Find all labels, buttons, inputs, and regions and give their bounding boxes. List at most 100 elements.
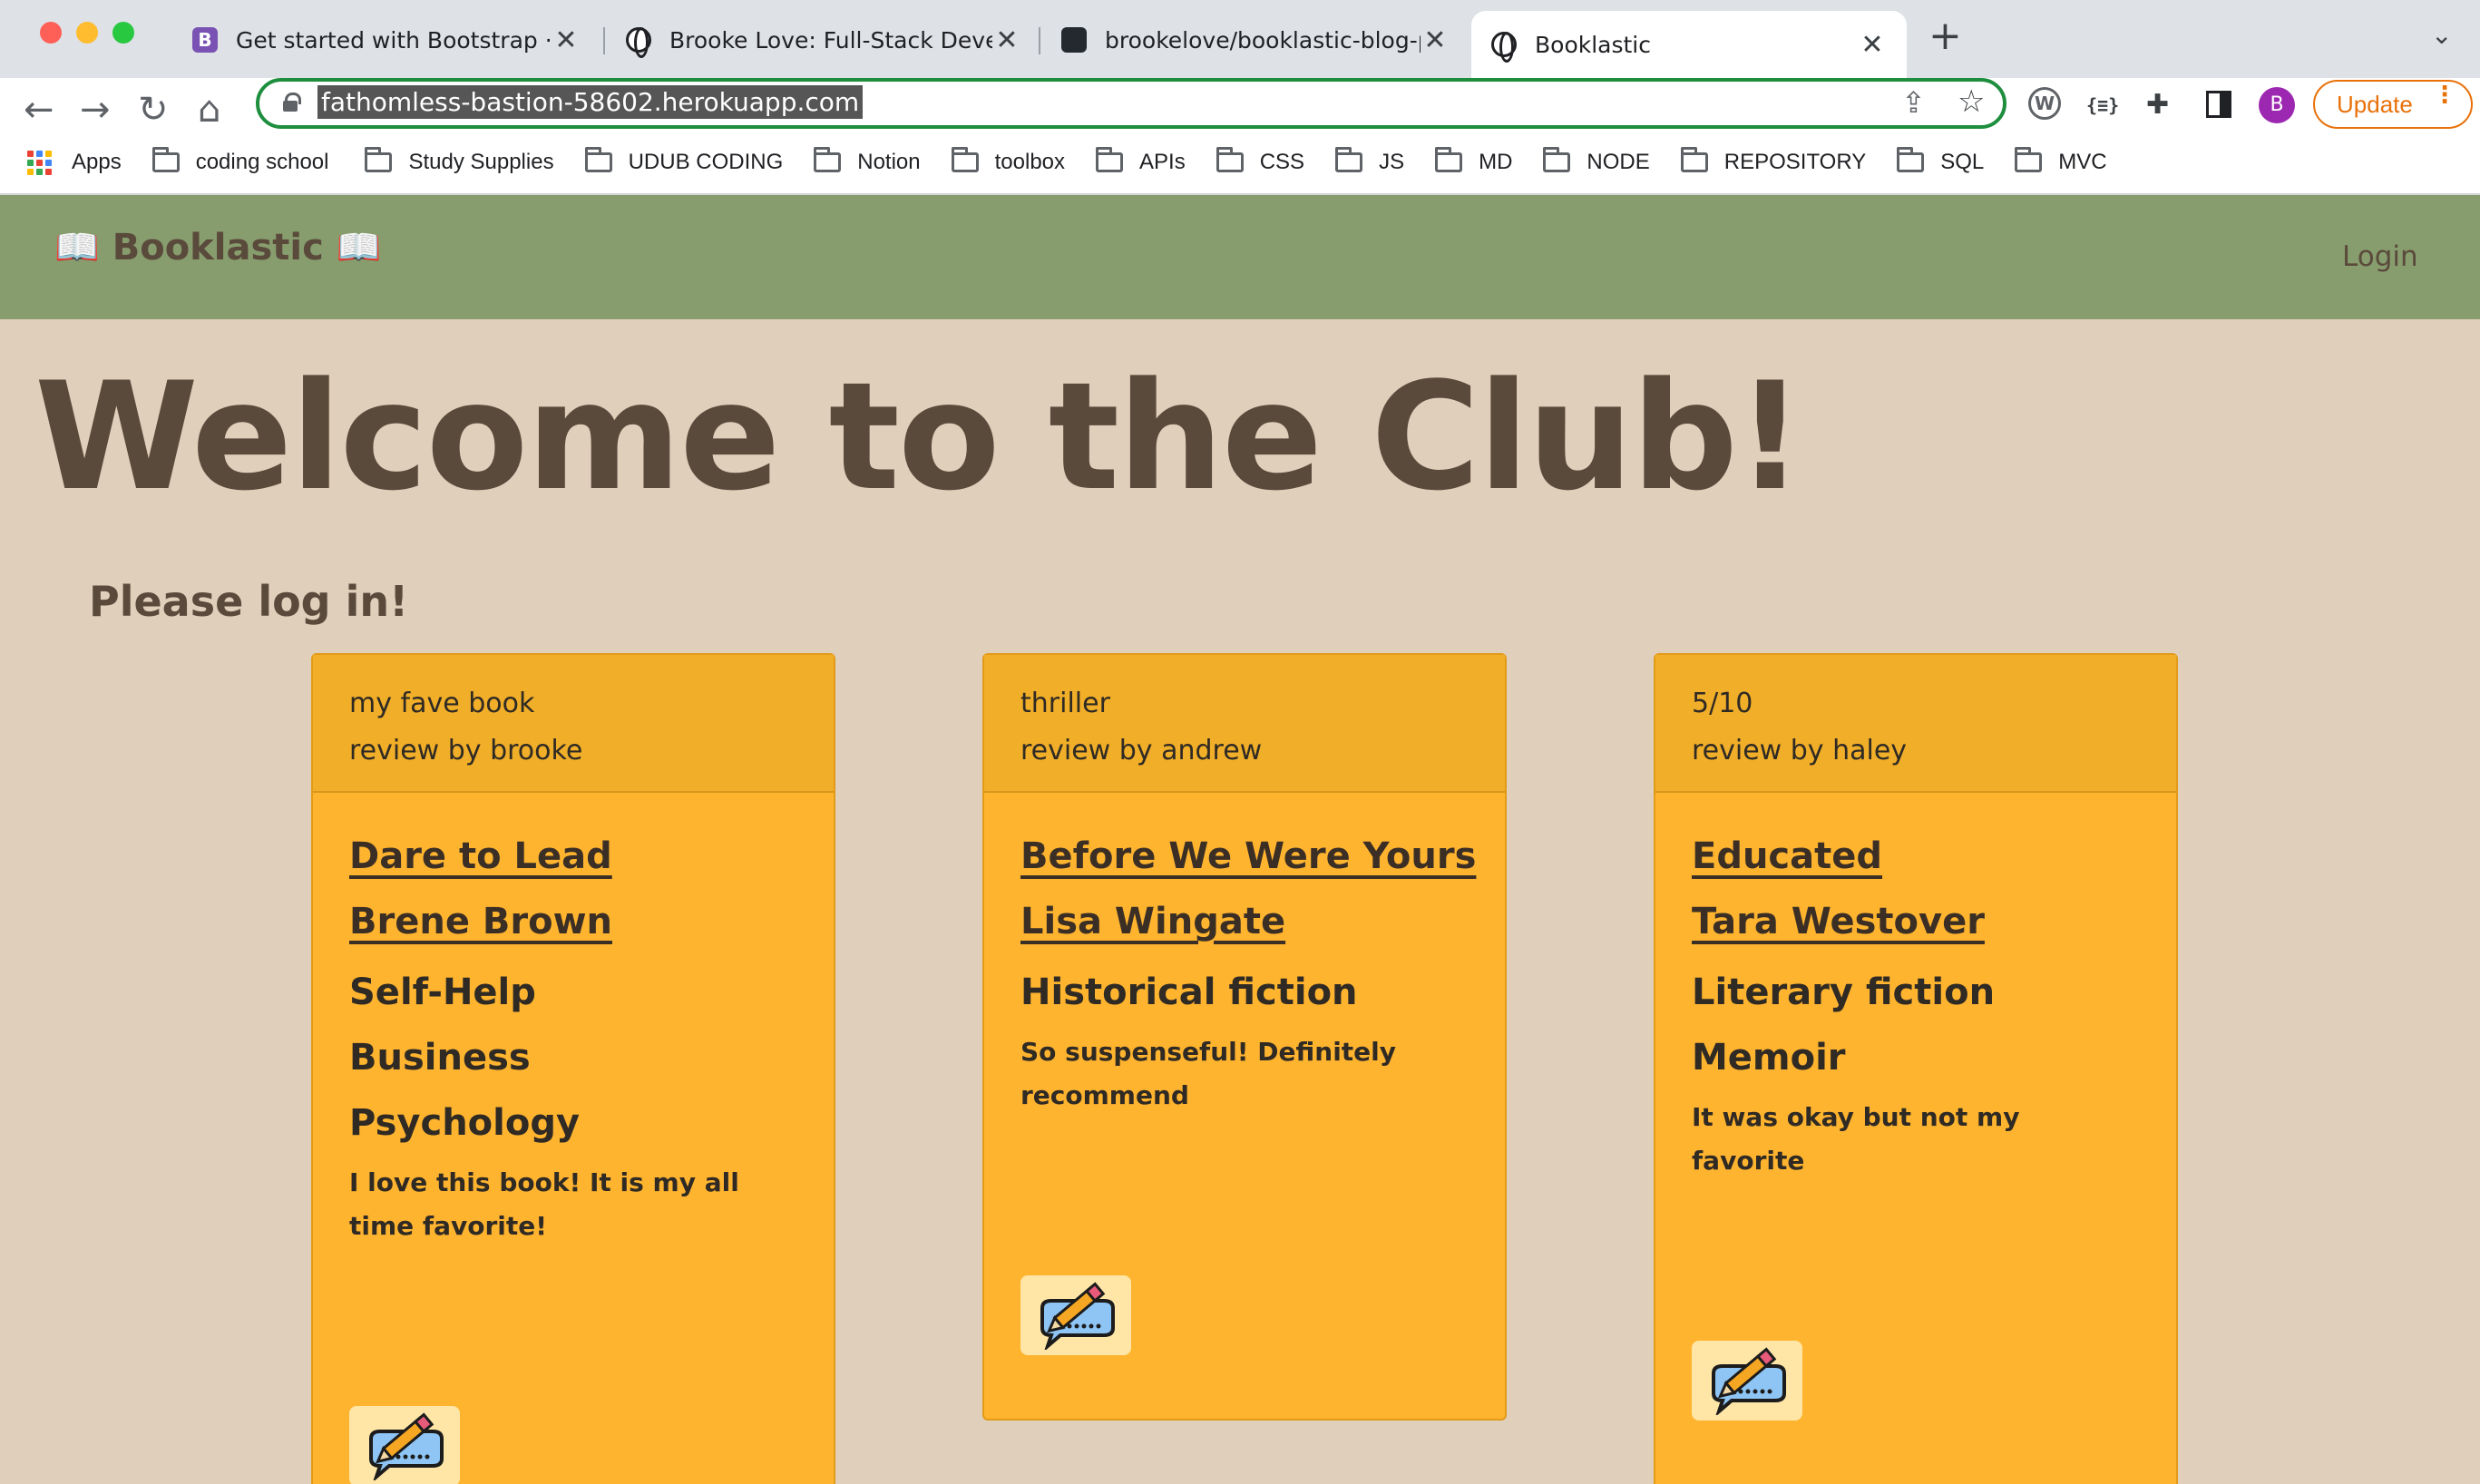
tab-github[interactable]: brookelove/booklastic-blog-pla ✕ bbox=[1041, 11, 1469, 69]
post-byline: review by andrew bbox=[1020, 735, 1263, 766]
tab-title: Brooke Love: Full-Stack Develo bbox=[669, 26, 992, 54]
back-button[interactable]: ← bbox=[24, 89, 54, 131]
bookmark-folder[interactable]: MVC bbox=[2015, 142, 2107, 183]
comment-button[interactable] bbox=[1692, 1341, 1802, 1421]
tab-search-chevron-icon[interactable]: ⌄ bbox=[2431, 20, 2452, 50]
bookmark-folder[interactable]: Notion bbox=[814, 142, 921, 183]
bookmark-folder[interactable]: JS bbox=[1335, 142, 1404, 183]
url-text[interactable]: fathomless-bastion-58602.herokuapp.com bbox=[317, 85, 864, 119]
folder-icon bbox=[151, 147, 180, 172]
bookmark-folder[interactable]: UDUB CODING bbox=[584, 142, 784, 183]
tab-separator bbox=[603, 27, 605, 54]
tab-strip: B Get started with Bootstrap · Bo ✕ Broo… bbox=[0, 0, 2480, 78]
site-navbar: 📖 Booklastic 📖 Login bbox=[0, 195, 2480, 319]
review-card: 5/10 review by haley Educated Tara Westo… bbox=[1654, 653, 2178, 1484]
lock-icon[interactable] bbox=[283, 93, 301, 112]
post-byline: review by haley bbox=[1692, 735, 1908, 766]
bookmark-folder[interactable]: MD bbox=[1435, 142, 1512, 183]
address-bar[interactable]: fathomless-bastion-58602.herokuapp.com ⇪… bbox=[256, 78, 2006, 129]
tab-booklastic[interactable]: Booklastic ✕ bbox=[1471, 11, 1907, 78]
close-icon[interactable]: ✕ bbox=[552, 24, 581, 56]
browser-toolbar: ← → ↻ ⌂ fathomless-bastion-58602.herokua… bbox=[0, 78, 2480, 207]
review-text: I love this book! It is my all time favo… bbox=[349, 1167, 739, 1241]
pencil-speech-bubble-icon bbox=[1040, 1282, 1115, 1350]
book-author-link[interactable]: Brene Brown bbox=[349, 889, 797, 954]
side-panel-icon[interactable] bbox=[2206, 91, 2231, 118]
pencil-speech-bubble-icon bbox=[369, 1412, 444, 1480]
post-title: my fave book bbox=[349, 688, 535, 719]
bookmark-label: SQL bbox=[1940, 150, 1985, 174]
genre-label: Psychology bbox=[349, 1102, 581, 1144]
bootstrap-icon: B bbox=[192, 27, 218, 53]
book-author-link[interactable]: Lisa Wingate bbox=[1020, 889, 1469, 954]
tab-portfolio[interactable]: Brooke Love: Full-Stack Develo ✕ bbox=[606, 11, 1041, 69]
folder-icon bbox=[1335, 147, 1363, 172]
post-byline: review by brooke bbox=[349, 735, 583, 766]
menu-dots-icon: ⋮ bbox=[2433, 82, 2456, 109]
comment-button[interactable] bbox=[1020, 1275, 1131, 1355]
home-button[interactable]: ⌂ bbox=[198, 89, 220, 131]
review-text: So suspenseful! Definitely recommend bbox=[1020, 1037, 1397, 1110]
book-author-link[interactable]: Tara Westover bbox=[1692, 889, 2140, 954]
close-icon[interactable]: ✕ bbox=[992, 24, 1021, 56]
bookmark-folder[interactable]: REPOSITORY bbox=[1680, 142, 1866, 183]
wordpress-extension-icon[interactable]: W bbox=[2028, 87, 2061, 120]
tab-title: brookelove/booklastic-blog-pla bbox=[1105, 26, 1421, 54]
share-icon[interactable]: ⇪ bbox=[1901, 85, 1926, 120]
close-icon[interactable]: ✕ bbox=[1421, 24, 1450, 56]
book-title-link[interactable]: Before We Were Yours bbox=[1020, 824, 1476, 889]
tab-separator bbox=[1039, 27, 1040, 54]
bookmark-folder[interactable]: toolbox bbox=[951, 142, 1066, 183]
bookmark-label: APIs bbox=[1139, 150, 1186, 174]
card-body: Educated Tara Westover Literary fiction … bbox=[1655, 793, 2176, 1183]
bookmark-folder[interactable]: APIs bbox=[1096, 142, 1186, 183]
globe-icon bbox=[1491, 32, 1517, 63]
reload-button[interactable]: ↻ bbox=[138, 89, 169, 131]
tab-title: Booklastic bbox=[1535, 31, 1652, 58]
update-button[interactable]: Update ⋮ bbox=[2313, 80, 2473, 129]
extensions-puzzle-icon[interactable]: ✚ bbox=[2146, 89, 2169, 121]
folder-icon bbox=[1897, 147, 1925, 172]
tab-title: Get started with Bootstrap · Bo bbox=[236, 26, 552, 54]
genre-label: Business bbox=[349, 1037, 531, 1079]
review-card: my fave book review by brooke Dare to Le… bbox=[311, 653, 835, 1484]
window-close-button[interactable] bbox=[40, 22, 62, 44]
folder-icon bbox=[951, 147, 979, 172]
window-minimize-button[interactable] bbox=[76, 22, 98, 44]
close-icon[interactable]: ✕ bbox=[1858, 29, 1887, 61]
post-title: thriller bbox=[1020, 688, 1110, 719]
folder-icon bbox=[2015, 147, 2043, 172]
login-link[interactable]: Login bbox=[2342, 240, 2418, 273]
card-body: Before We Were Yours Lisa Wingate Histor… bbox=[984, 793, 1505, 1118]
tab-bootstrap[interactable]: B Get started with Bootstrap · Bo ✕ bbox=[172, 11, 600, 69]
site-brand[interactable]: 📖 Booklastic 📖 bbox=[54, 226, 382, 268]
card-header: my fave book review by brooke bbox=[313, 655, 834, 793]
genre-label: Memoir bbox=[1692, 1037, 1846, 1079]
bookmark-apps[interactable]: Apps bbox=[27, 142, 122, 183]
new-tab-button[interactable]: + bbox=[1928, 13, 1962, 59]
bookmark-label: UDUB CODING bbox=[628, 150, 784, 174]
bookmark-folder[interactable]: SQL bbox=[1897, 142, 1984, 183]
bookmark-folder[interactable]: NODE bbox=[1543, 142, 1650, 183]
window-maximize-button[interactable] bbox=[112, 22, 134, 44]
book-title-link[interactable]: Dare to Lead bbox=[349, 824, 797, 889]
card-header: 5/10 review by haley bbox=[1655, 655, 2176, 793]
book-title-link[interactable]: Educated bbox=[1692, 824, 2140, 889]
folder-icon bbox=[584, 147, 612, 172]
folder-icon bbox=[1435, 147, 1463, 172]
login-prompt: Please log in! bbox=[89, 577, 409, 626]
bookmark-label: CSS bbox=[1259, 150, 1305, 174]
bookmark-folder[interactable]: Study Supplies bbox=[365, 142, 554, 183]
folder-icon bbox=[1216, 147, 1244, 172]
bookmark-folder[interactable]: coding school bbox=[151, 142, 328, 183]
profile-avatar[interactable]: B bbox=[2259, 87, 2295, 123]
bookmark-star-icon[interactable]: ☆ bbox=[1958, 83, 1985, 120]
comment-button[interactable] bbox=[349, 1406, 460, 1484]
forward-button[interactable]: → bbox=[80, 89, 111, 131]
review-text: It was okay but not my favorite bbox=[1692, 1102, 2020, 1176]
json-extension-icon[interactable]: {≡} bbox=[2086, 94, 2119, 116]
bookmark-folder[interactable]: CSS bbox=[1216, 142, 1304, 183]
bookmark-label: toolbox bbox=[994, 150, 1066, 174]
folder-icon bbox=[1543, 147, 1571, 172]
bookmark-label: MVC bbox=[2058, 150, 2107, 174]
